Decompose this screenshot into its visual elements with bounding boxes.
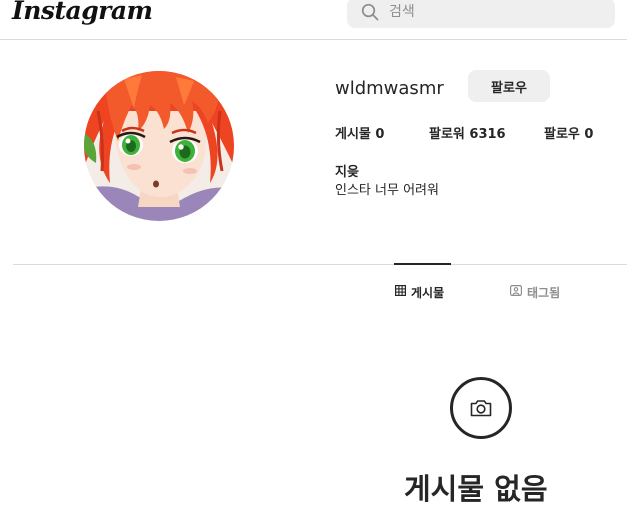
camera-icon (470, 400, 492, 417)
search-input[interactable] (389, 1, 599, 23)
empty-state-title: 게시물 없음 (404, 472, 548, 506)
instagram-logo[interactable]: Instagram (12, 0, 153, 25)
tab-posts-label: 게시물 (411, 285, 445, 300)
posts-count: 게시물 0 (335, 127, 385, 142)
profile-bio: 인스타 너무 어려워 (335, 183, 439, 198)
tagged-icon (510, 285, 523, 299)
following-count[interactable]: 팔로우 0 (544, 123, 593, 142)
tab-tagged[interactable]: 태그됨 (510, 284, 560, 300)
grid-icon (395, 285, 407, 299)
avatar-illustration (84, 71, 234, 221)
tab-posts[interactable]: 게시물 (395, 284, 444, 300)
active-tab-indicator (394, 263, 451, 265)
tabs-divider (13, 264, 627, 265)
search-box[interactable] (347, 0, 615, 28)
profile-full-name: 지읒 (335, 165, 359, 180)
search-icon (361, 3, 379, 21)
tab-tagged-label: 태그됨 (527, 285, 561, 300)
profile-username: wldmwasmr (335, 78, 444, 99)
top-navigation-bar: Instagram (0, 0, 627, 40)
followers-count[interactable]: 팔로워 6316 (429, 123, 506, 142)
empty-state-camera (450, 377, 512, 439)
follow-button[interactable]: 팔로우 (468, 70, 550, 102)
profile-avatar[interactable] (84, 71, 234, 221)
